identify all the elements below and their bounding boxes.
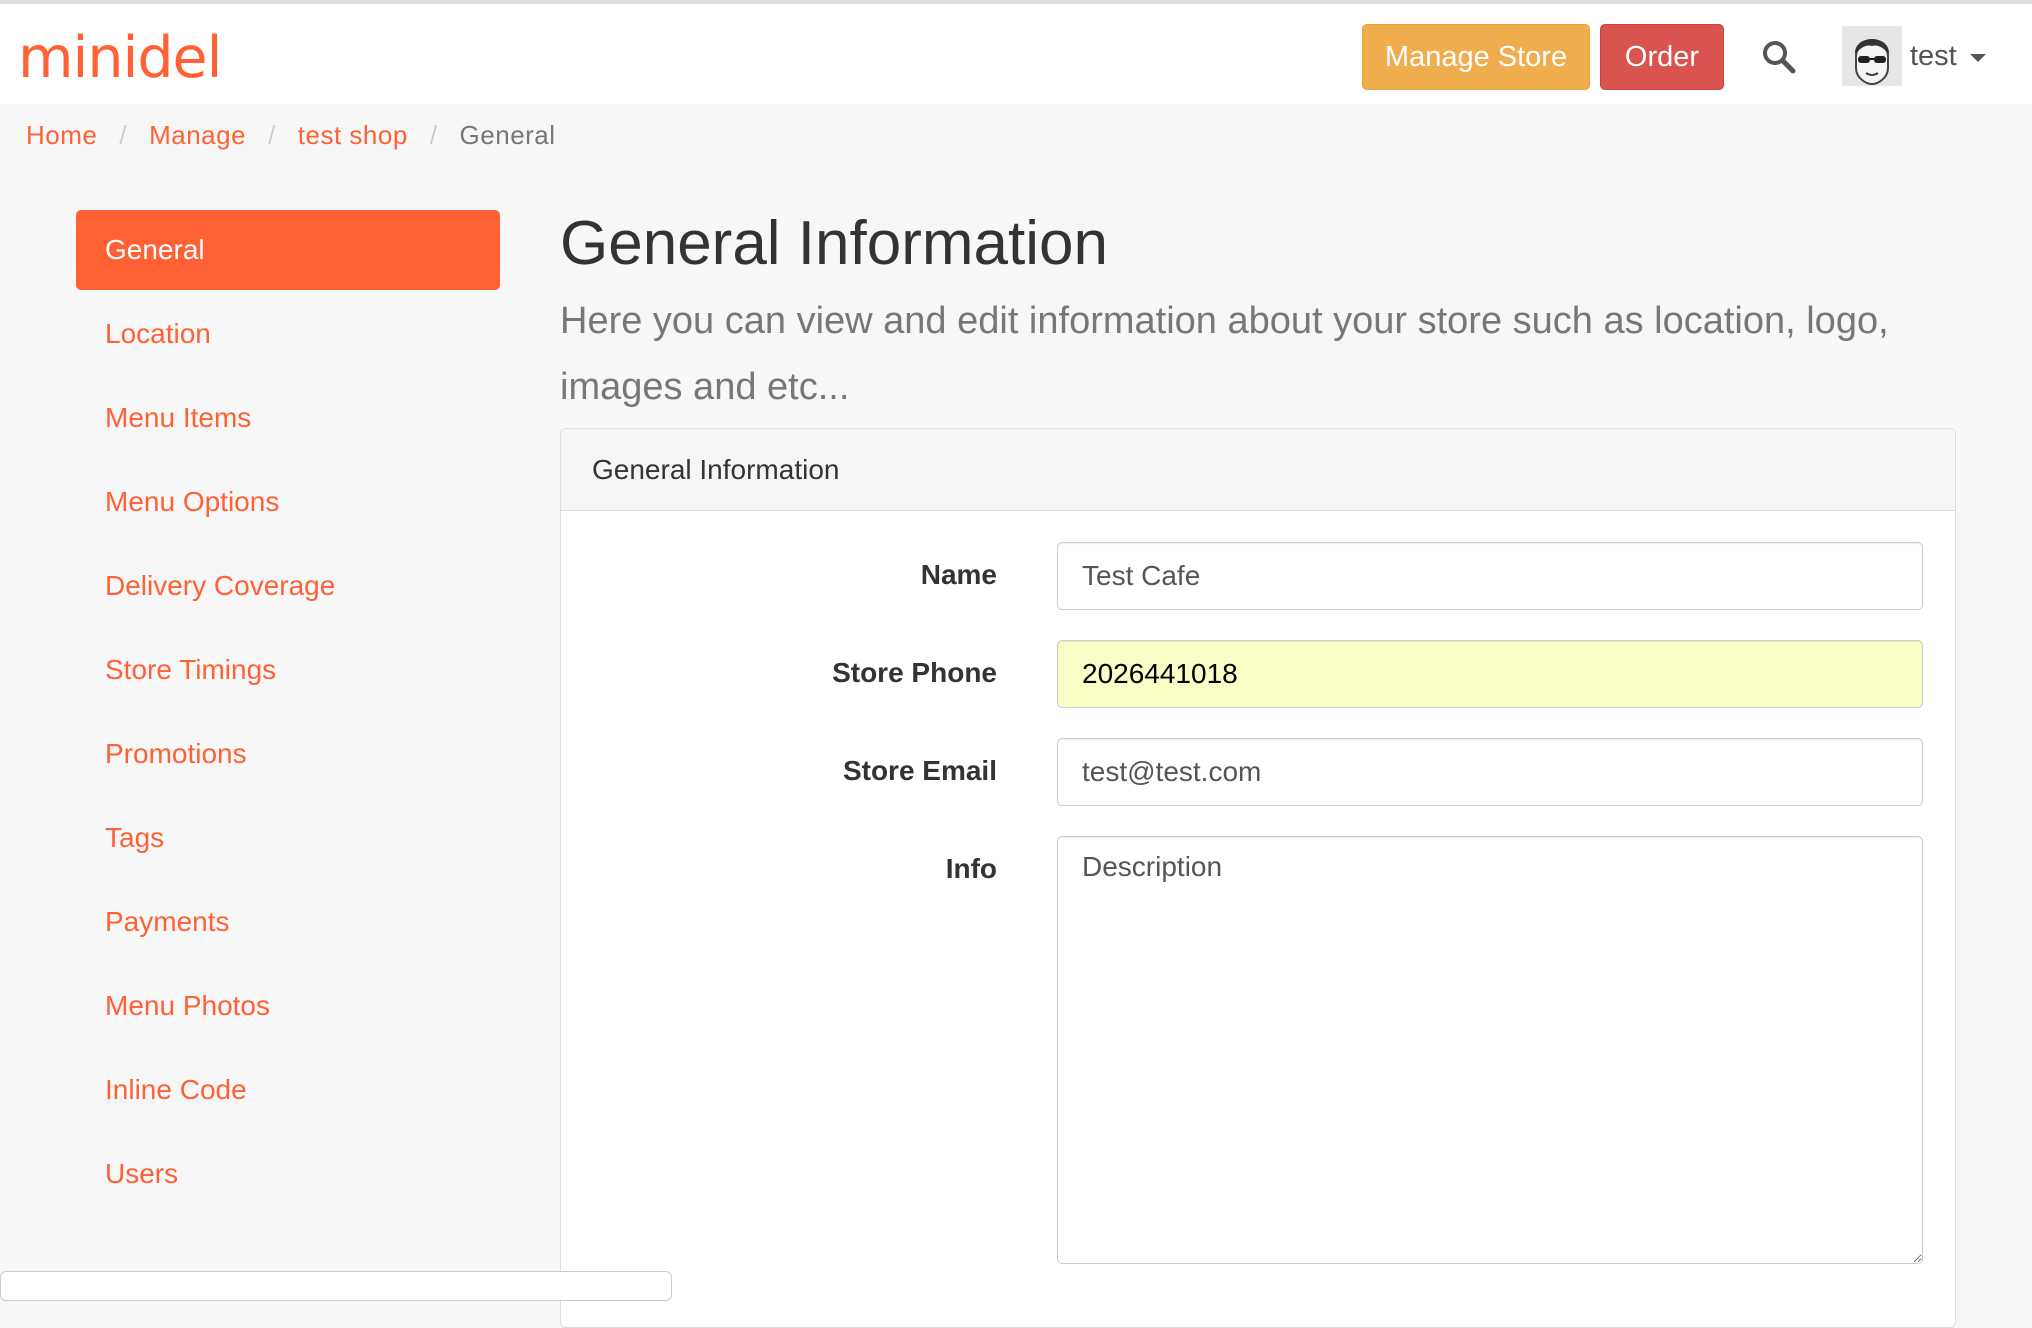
sidebar-item-inline-code[interactable]: Inline Code: [76, 1050, 500, 1130]
store-phone-input[interactable]: [1057, 640, 1923, 708]
sidebar-item-users[interactable]: Users: [76, 1134, 500, 1214]
search-icon[interactable]: [1761, 39, 1797, 75]
breadcrumb-current: General: [459, 120, 556, 150]
page-description: Here you can view and edit information a…: [560, 300, 1889, 408]
sidebar-item-general[interactable]: General: [76, 210, 500, 290]
info-label: Info: [945, 853, 997, 884]
sidebar-item-payments[interactable]: Payments: [76, 882, 500, 962]
breadcrumb: Home / Manage / test shop / General: [26, 120, 556, 151]
store-phone-label: Store Phone: [832, 657, 997, 688]
user-avatar-icon: [1842, 26, 1902, 86]
store-email-label: Store Email: [842, 755, 997, 786]
breadcrumb-home[interactable]: Home: [26, 120, 97, 151]
info-textarea[interactable]: [1057, 836, 1923, 1264]
order-button[interactable]: Order: [1600, 24, 1724, 90]
sidebar-item-promotions[interactable]: Promotions: [76, 714, 500, 794]
name-label: Name: [920, 559, 997, 590]
breadcrumb-test-shop[interactable]: test shop: [298, 120, 408, 151]
sidebar-item-menu-items[interactable]: Menu Items: [76, 378, 500, 458]
breadcrumb-separator: /: [429, 120, 438, 150]
sidebar-item-menu-photos[interactable]: Menu Photos: [76, 966, 500, 1046]
bottom-popup: [0, 1271, 672, 1301]
sidebar-item-tags[interactable]: Tags: [76, 798, 500, 878]
breadcrumb-separator: /: [268, 120, 276, 150]
sidebar-nav: General Location Menu Items Menu Options…: [76, 210, 500, 1218]
panel-heading: General Information: [561, 429, 1955, 511]
minidel-logo[interactable]: minidel: [18, 25, 222, 91]
sidebar-item-menu-options[interactable]: Menu Options: [76, 462, 500, 542]
name-input[interactable]: [1057, 542, 1923, 610]
general-info-panel: General Information Name Store Phone Sto…: [560, 428, 1956, 1328]
page-title: General Information: [560, 209, 1108, 278]
caret-down-icon[interactable]: [1970, 54, 1986, 62]
sidebar-item-delivery-coverage[interactable]: Delivery Coverage: [76, 546, 500, 626]
avatar[interactable]: [1842, 26, 1902, 86]
user-name[interactable]: test: [1910, 40, 1957, 73]
logo-text-mini: mini: [18, 25, 138, 91]
store-email-input[interactable]: [1057, 738, 1923, 806]
sidebar-item-store-timings[interactable]: Store Timings: [76, 630, 500, 710]
manage-store-button[interactable]: Manage Store: [1362, 24, 1590, 90]
top-navbar: minidel Manage Store Order test: [0, 0, 2032, 104]
breadcrumb-separator: /: [119, 120, 128, 150]
sidebar-item-location[interactable]: Location: [76, 294, 500, 374]
breadcrumb-manage[interactable]: Manage: [149, 120, 246, 151]
logo-text-del: del: [137, 25, 222, 91]
